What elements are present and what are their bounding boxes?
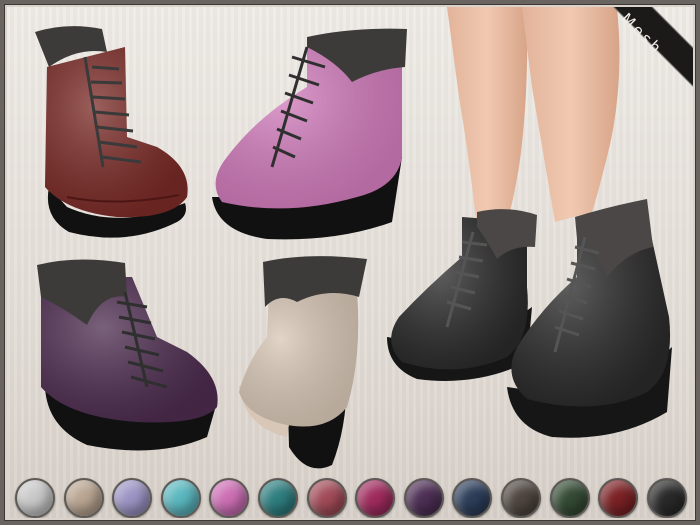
purple-boot bbox=[37, 259, 218, 451]
black-boot bbox=[387, 199, 672, 438]
color-swatch-beige[interactable] bbox=[63, 478, 104, 518]
mesh-badge: Mesh bbox=[605, 7, 693, 95]
color-swatch-green[interactable] bbox=[549, 478, 590, 518]
color-swatch-purple[interactable] bbox=[403, 478, 444, 518]
color-swatch-teal[interactable] bbox=[258, 478, 299, 518]
image-frame: Mesh bbox=[0, 0, 700, 525]
color-swatch-black[interactable] bbox=[646, 478, 687, 518]
model-legs bbox=[447, 7, 620, 227]
color-swatch-silver[interactable] bbox=[15, 478, 55, 518]
color-swatch-turquoise[interactable] bbox=[160, 478, 201, 518]
color-swatch-pink[interactable] bbox=[209, 478, 250, 518]
boot-scene bbox=[35, 7, 672, 469]
color-swatch-red[interactable] bbox=[598, 478, 639, 518]
red-boot bbox=[35, 26, 188, 238]
beige-boot bbox=[239, 256, 367, 469]
color-swatch-magenta[interactable] bbox=[355, 478, 396, 518]
color-swatch-row bbox=[15, 477, 687, 518]
product-panel: Mesh bbox=[4, 4, 696, 521]
color-swatch-brown[interactable] bbox=[501, 478, 542, 518]
color-swatch-rose[interactable] bbox=[306, 478, 347, 518]
color-swatch-lavender[interactable] bbox=[112, 478, 153, 518]
pink-boot bbox=[212, 28, 407, 240]
color-swatch-navy[interactable] bbox=[452, 478, 493, 518]
